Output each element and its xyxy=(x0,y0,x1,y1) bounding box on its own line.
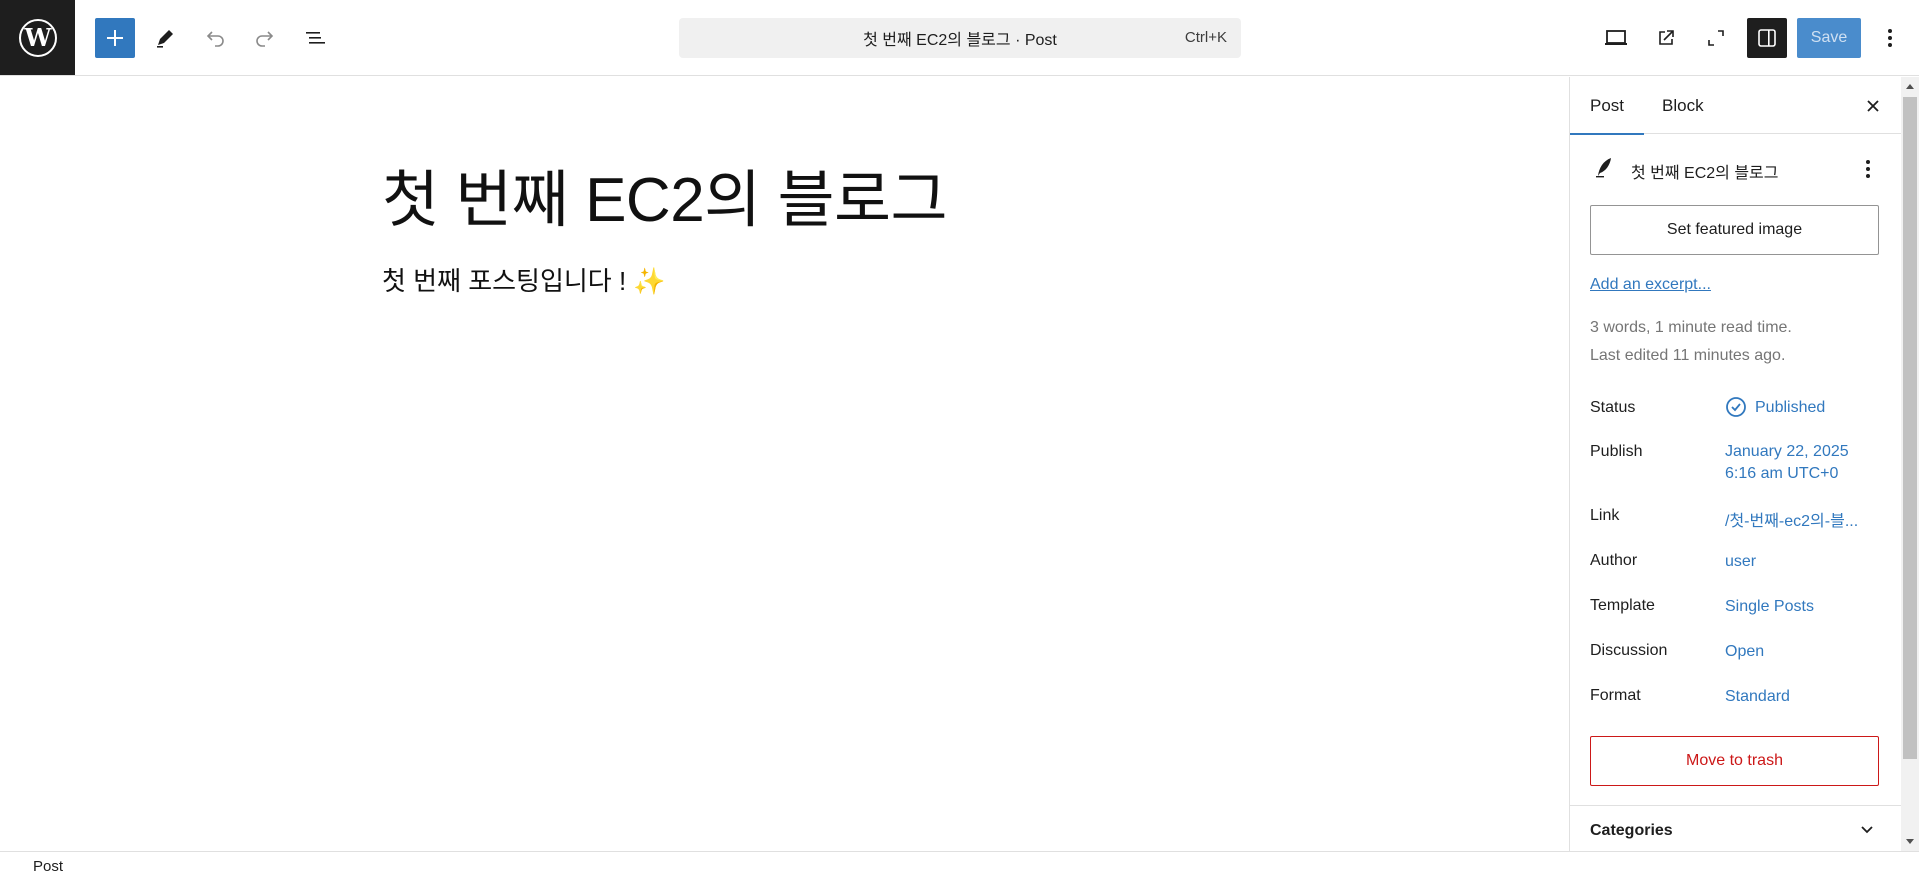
scroll-up-arrow-icon[interactable] xyxy=(1901,77,1919,95)
close-icon xyxy=(1867,100,1879,112)
panel-divider xyxy=(1570,805,1901,806)
post-actions-button[interactable] xyxy=(1856,157,1880,181)
options-menu-button[interactable] xyxy=(1870,18,1910,58)
wordpress-logo-icon[interactable]: W xyxy=(0,0,75,75)
settings-sidebar: Post Block 첫 번째 EC2의 블로그 Set featured im… xyxy=(1569,77,1901,851)
redo-button[interactable] xyxy=(245,18,285,58)
settings-sidebar-toggle[interactable] xyxy=(1747,18,1787,58)
fullscreen-button[interactable] xyxy=(1696,18,1736,58)
post-title[interactable]: 첫 번째 EC2의 블로그 xyxy=(382,149,948,239)
categories-panel-title[interactable]: Categories xyxy=(1590,822,1673,840)
paragraph-block[interactable]: 첫 번째 포스팅입니다 ! ✨ xyxy=(382,261,666,298)
svg-text:W: W xyxy=(23,23,52,52)
tools-button[interactable] xyxy=(145,18,185,58)
discussion-value[interactable]: Open xyxy=(1725,643,1764,661)
block-breadcrumb-bar: Post xyxy=(0,851,1919,878)
post-feather-icon xyxy=(1596,158,1611,178)
command-palette-bar[interactable]: 첫 번째 EC2의 블로그 · Post Ctrl+K xyxy=(679,18,1241,58)
close-sidebar-button[interactable] xyxy=(1858,91,1888,121)
discussion-label: Discussion xyxy=(1590,642,1668,659)
last-edited-info: Last edited 11 minutes ago. xyxy=(1590,347,1786,364)
undo-button[interactable] xyxy=(195,18,235,58)
status-value[interactable]: Published xyxy=(1755,399,1825,417)
published-check-icon xyxy=(1726,397,1746,417)
sidebar-post-title: 첫 번째 EC2의 블로그 xyxy=(1631,165,1779,182)
editor-canvas[interactable]: 첫 번째 EC2의 블로그 첫 번째 포스팅입니다 ! ✨ xyxy=(0,77,1569,851)
plus-icon xyxy=(107,30,123,46)
link-label: Link xyxy=(1590,507,1620,524)
add-block-button[interactable] xyxy=(95,18,135,58)
scroll-down-arrow-icon[interactable] xyxy=(1901,833,1919,851)
publish-time-value[interactable]: 6:16 am UTC+0 xyxy=(1725,465,1838,483)
external-link-icon xyxy=(1659,30,1674,45)
author-value[interactable]: user xyxy=(1725,553,1756,571)
document-overview-button[interactable] xyxy=(295,18,335,58)
save-button[interactable]: Save xyxy=(1797,18,1861,58)
status-label: Status xyxy=(1590,399,1636,416)
document-title-label: 첫 번째 EC2의 블로그 · Post xyxy=(863,32,1057,49)
move-to-trash-button[interactable]: Move to trash xyxy=(1590,736,1879,786)
pencil-icon xyxy=(157,30,173,48)
undo-icon xyxy=(206,31,224,47)
editor-toolbar: W 첫 번째 EC2의 블로그 · Post Ctrl+K Save xyxy=(0,0,1919,76)
publish-label: Publish xyxy=(1590,443,1643,460)
word-count-info: 3 words, 1 minute read time. xyxy=(1590,319,1792,336)
format-value[interactable]: Standard xyxy=(1725,688,1790,706)
publish-date-value[interactable]: January 22, 2025 xyxy=(1725,443,1849,461)
sidebar-scrollbar[interactable] xyxy=(1901,77,1919,851)
redo-icon xyxy=(256,31,274,47)
device-preview-button[interactable] xyxy=(1596,18,1636,58)
view-post-button[interactable] xyxy=(1646,18,1686,58)
sidebar-tabs: Post Block xyxy=(1570,77,1901,135)
breadcrumb-post[interactable]: Post xyxy=(33,858,63,875)
scrollbar-thumb[interactable] xyxy=(1903,97,1917,759)
sidebar-icon xyxy=(1758,29,1776,47)
tab-block[interactable]: Block xyxy=(1662,77,1704,134)
template-value[interactable]: Single Posts xyxy=(1725,598,1814,616)
set-featured-image-button[interactable]: Set featured image xyxy=(1590,205,1879,255)
command-shortcut-label: Ctrl+K xyxy=(1184,29,1227,46)
desktop-icon xyxy=(1605,30,1627,45)
vertical-ellipsis-icon xyxy=(1866,160,1870,178)
vertical-ellipsis-icon xyxy=(1888,29,1892,47)
fullscreen-icon xyxy=(1708,30,1724,46)
permalink-value[interactable]: /첫-번째-ec2의-블... xyxy=(1725,507,1858,531)
template-label: Template xyxy=(1590,597,1655,614)
list-view-icon xyxy=(306,32,325,44)
chevron-down-icon[interactable] xyxy=(1858,821,1876,839)
author-label: Author xyxy=(1590,552,1638,569)
add-excerpt-link[interactable]: Add an excerpt... xyxy=(1590,276,1711,294)
format-label: Format xyxy=(1590,687,1641,704)
tab-post[interactable]: Post xyxy=(1570,77,1645,135)
